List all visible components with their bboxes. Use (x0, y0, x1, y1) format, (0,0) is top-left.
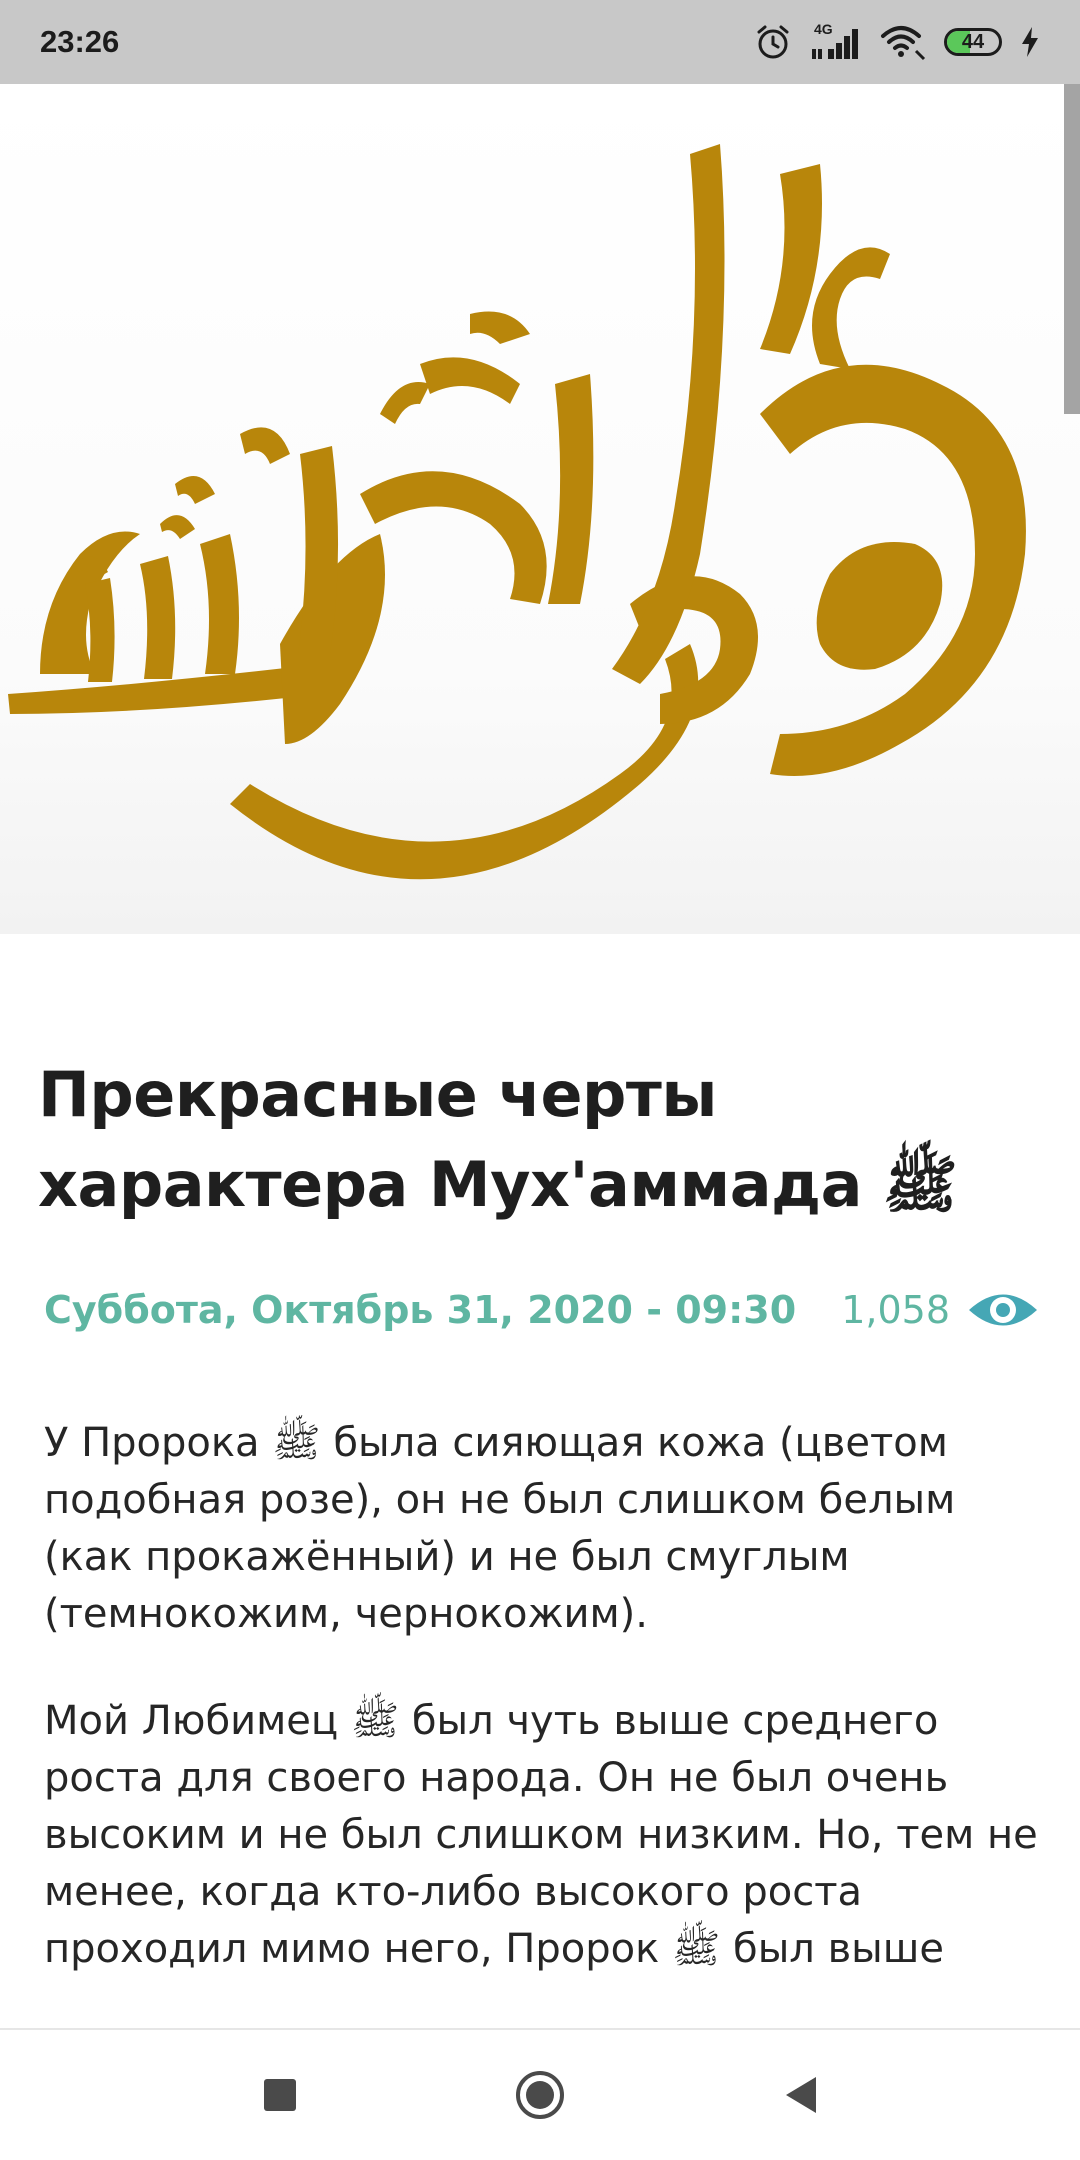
cellular-signal-icon: 4G (810, 21, 862, 61)
eye-icon (969, 1294, 1037, 1326)
navigation-bar (0, 2028, 1080, 2160)
view-count-value: 1,058 (841, 1288, 950, 1332)
battery-level: 44 (961, 30, 985, 53)
square-icon (264, 2079, 296, 2111)
scroll-indicator[interactable] (1064, 84, 1080, 414)
view-count: 1,058 (841, 1287, 1040, 1333)
battery-icon: 44 (944, 28, 1002, 56)
home-button[interactable] (495, 2050, 585, 2140)
recents-button[interactable] (235, 2050, 325, 2140)
article-paragraph: У Пророка ﷺ была сияющая кожа (цветом по… (44, 1420, 956, 1637)
status-bar: 23:26 4G 44 (0, 0, 1080, 84)
charging-bolt-icon (1022, 27, 1038, 57)
article-meta: Суббота, Октябрь 31, 2020 - 09:30 1,058 (44, 1280, 1040, 1340)
article-paragraph: Мой Любимец ﷺ был чуть выше среднего рос… (44, 1698, 1038, 1972)
status-time: 23:26 (40, 24, 120, 59)
back-button[interactable] (755, 2050, 845, 2140)
status-icons: 4G 44 (754, 21, 1040, 61)
wifi-icon (881, 26, 926, 61)
publish-date: Суббота, Октябрь 31, 2020 - 09:30 (44, 1288, 797, 1332)
triangle-back-icon (786, 2077, 816, 2113)
hero-image (0, 84, 1080, 934)
article-title: Прекрасные черты характера Мух'аммада ﷺ (38, 1058, 958, 1221)
article-body: У Пророка ﷺ была сияющая кожа (цветом по… (44, 1415, 1040, 2025)
alarm-icon (757, 25, 789, 59)
circle-icon (516, 2071, 564, 2119)
calligraphy-image (8, 144, 1026, 880)
